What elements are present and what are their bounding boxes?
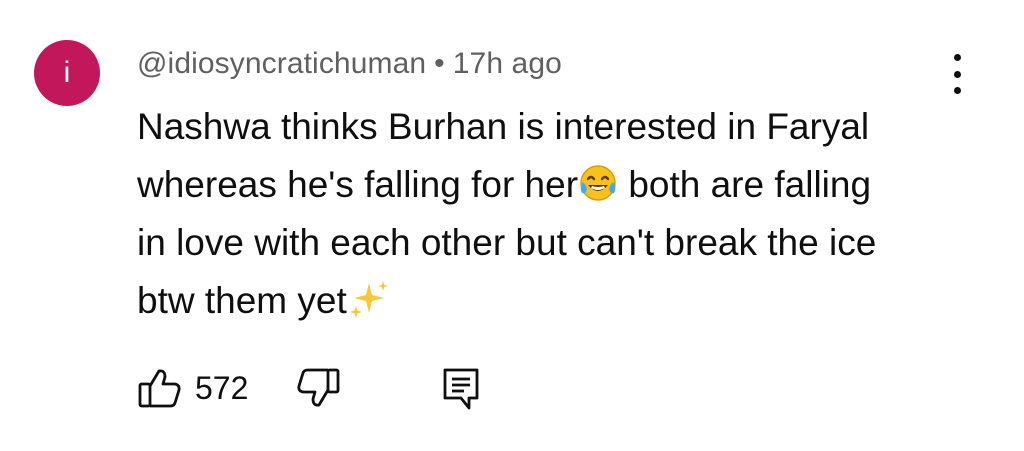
comment-text: Nashwa thinks Burhan is interested in Fa… [137,98,957,330]
comment-timestamp: 17h ago [452,47,562,80]
like-button[interactable] [137,366,185,410]
avatar-initial: i [63,56,71,89]
comment-line-2: whereas he's falling for her both are fa… [137,156,957,214]
comment-line-2-tail: both are falling [628,164,872,205]
sparkles-icon [347,279,391,319]
face-with-tears-of-joy-icon [578,163,618,203]
more-vertical-icon [953,54,961,61]
author-name[interactable]: @idiosyncratichuman [137,47,426,80]
thumbs-up-icon [137,366,185,410]
like-count: 572 [195,370,249,406]
avatar[interactable]: i [34,40,100,106]
more-dot [953,87,961,94]
comment-line-4: btw them yet [137,272,957,330]
reply-button[interactable] [439,366,485,412]
meta-separator: • [434,47,445,80]
comment-item: i @idiosyncratichuman • 17h ago Nashwa thi… [0,0,1024,451]
comment-line-2-text: whereas he's falling for her [137,164,579,205]
comment-reply-icon [439,366,485,412]
thumbs-down-icon [295,366,343,410]
comment-header: @idiosyncratichuman • 17h ago [137,47,562,81]
comment-line-1: Nashwa thinks Burhan is interested in Fa… [137,106,870,147]
more-options-button[interactable] [940,54,974,94]
dislike-button[interactable] [295,366,343,410]
comment-line-3: in love with each other but can't break … [137,222,877,263]
comment-line-4-text: btw them yet [137,280,347,321]
more-dot [953,70,961,78]
